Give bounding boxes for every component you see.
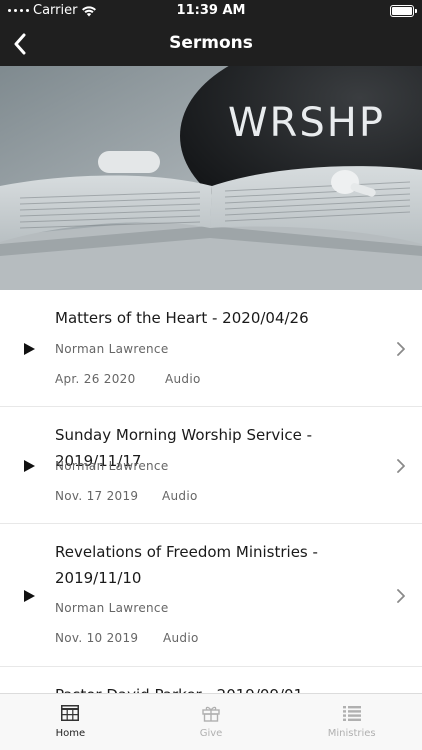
calendar-grid-icon <box>61 705 80 721</box>
tab-give[interactable]: Give <box>141 694 282 750</box>
cap-print: WRSHP <box>228 100 385 146</box>
sermon-row[interactable]: Pastor David Parker - 2019/09/01 <box>0 667 422 693</box>
sermon-date: Nov. 10 2019 <box>55 631 139 645</box>
play-icon[interactable] <box>22 342 36 356</box>
sermon-title: Pastor David Parker - 2019/09/01 <box>55 682 382 693</box>
sermon-media-type: Audio <box>165 372 201 386</box>
sermon-media-type: Audio <box>162 489 198 503</box>
play-icon[interactable] <box>22 589 36 603</box>
battery-icon <box>390 5 417 17</box>
sermon-row[interactable]: Revelations of Freedom Ministries - 2019… <box>0 524 422 667</box>
tab-bar: Home Give Ministries <box>0 693 422 750</box>
sermon-date: Nov. 17 2019 <box>55 489 139 503</box>
sermon-author: Norman Lawrence <box>55 601 169 615</box>
list-icon <box>342 706 361 721</box>
open-bible-photo: WRSHP <box>0 66 422 290</box>
clock: 11:39 AM <box>176 3 246 18</box>
sermon-media-type: Audio <box>163 631 199 645</box>
page-title: Sermons <box>169 33 253 53</box>
sermon-list: Matters of the Heart - 2020/04/26 Norman… <box>0 290 422 693</box>
tab-ministries-label: Ministries <box>327 728 376 739</box>
sermon-row[interactable]: Sunday Morning Worship Service - 2019/11… <box>0 407 422 524</box>
status-bar: Carrier 11:39 AM <box>0 0 422 22</box>
sermon-author: Norman Lawrence <box>55 459 169 473</box>
chevron-right-icon <box>397 342 405 356</box>
sermon-title: Matters of the Heart - 2020/04/26 <box>55 309 309 327</box>
sermon-title: Revelations of Freedom Ministries - 2019… <box>55 543 318 587</box>
chevron-right-icon <box>397 589 405 603</box>
sermon-author: Norman Lawrence <box>55 342 169 356</box>
sermon-date: Apr. 26 2020 <box>55 372 136 386</box>
tab-give-label: Give <box>199 728 223 739</box>
gift-icon <box>202 706 220 722</box>
sermon-row[interactable]: Matters of the Heart - 2020/04/26 Norman… <box>0 290 422 407</box>
sermons-hero-image: WRSHP <box>0 66 422 290</box>
tab-home[interactable]: Home <box>0 694 141 750</box>
chevron-right-icon <box>397 459 405 473</box>
navigation-bar: Sermons <box>0 22 422 66</box>
play-icon[interactable] <box>22 459 36 473</box>
tab-ministries[interactable]: Ministries <box>281 694 422 750</box>
tab-home-label: Home <box>55 728 86 739</box>
